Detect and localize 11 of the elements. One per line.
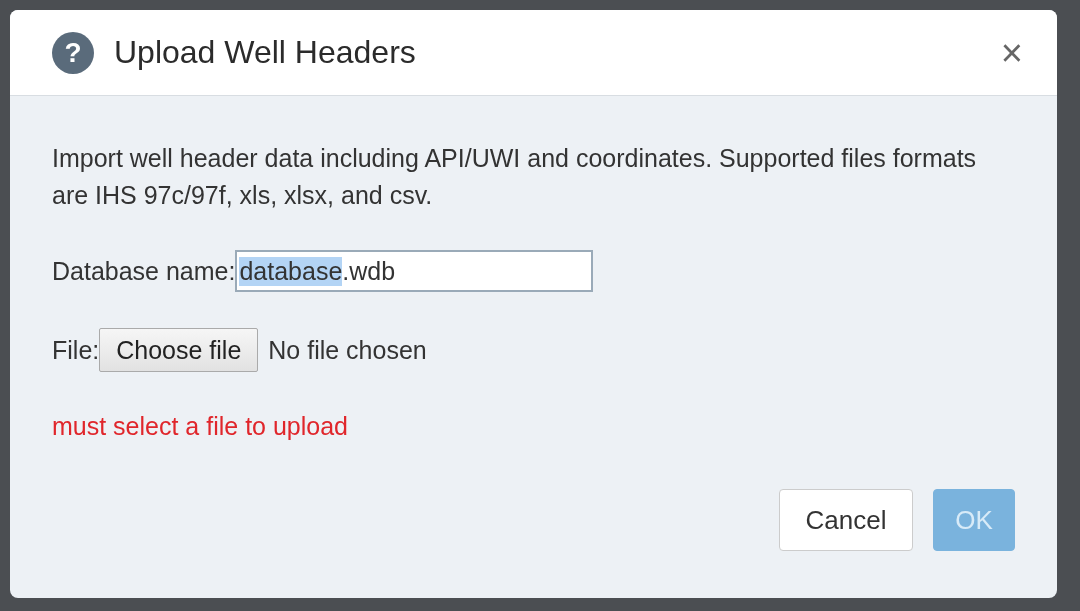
choose-file-button[interactable]: Choose file xyxy=(99,328,259,372)
file-status-text: No file chosen xyxy=(268,335,427,365)
database-name-field[interactable]: database.wdb xyxy=(235,250,594,292)
help-icon[interactable]: ? xyxy=(52,31,94,74)
dialog-title: Upload Well Headers xyxy=(114,34,417,71)
cancel-button[interactable]: Cancel xyxy=(779,489,913,551)
description-text: Import well header data including API/UWI and coordinates. Supported files formats are IHS 97c/97f, xls, xlsx, and csv. xyxy=(52,143,978,211)
file-label: File: xyxy=(52,335,100,365)
database-name-label: Database name: xyxy=(52,256,236,286)
close-button[interactable]: × xyxy=(994,33,1029,72)
error-message: must select a file to upload xyxy=(52,412,349,441)
